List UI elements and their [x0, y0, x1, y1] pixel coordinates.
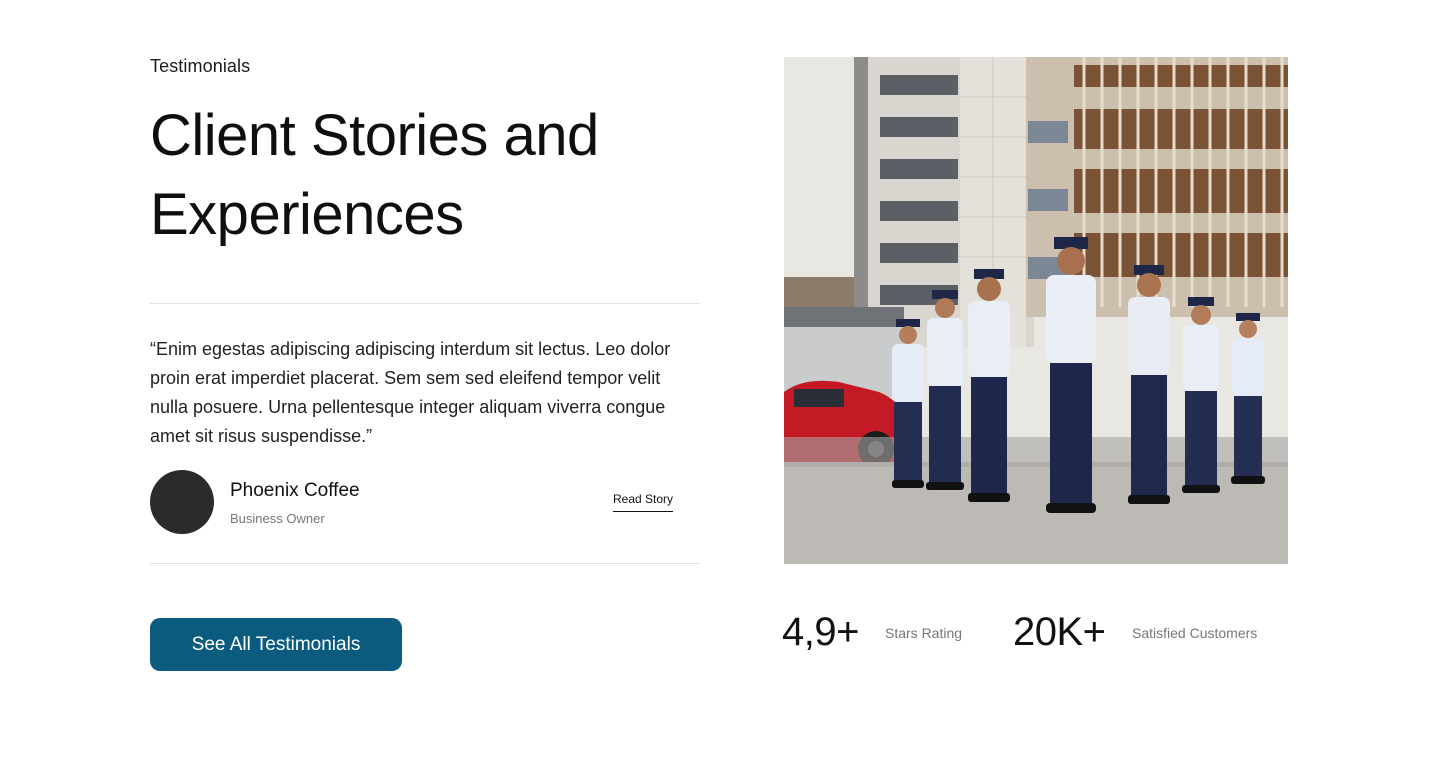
- stat-customers-label: Satisfied Customers: [1132, 625, 1258, 641]
- author-role: Business Owner: [230, 511, 325, 526]
- testimonial-quote: “Enim egestas adipiscing adipiscing inte…: [150, 339, 671, 446]
- see-all-testimonials-button[interactable]: See All Testimonials: [150, 618, 402, 671]
- stat-customers-value: 20K+: [1013, 610, 1106, 654]
- section-title: Client Stories and Experiences: [150, 103, 599, 247]
- read-story-link[interactable]: Read Story: [613, 492, 674, 512]
- bottom-divider: [150, 563, 700, 564]
- author-name: Phoenix Coffee: [230, 480, 360, 501]
- security-team-photo: [784, 57, 1288, 564]
- top-divider: [150, 303, 700, 304]
- section-eyebrow: Testimonials: [150, 56, 251, 76]
- testimonials-section: Testimonials Client Stories and Experien…: [0, 0, 1440, 769]
- stat-rating-value: 4,9+: [782, 610, 859, 654]
- stat-rating-label: Stars Rating: [885, 625, 963, 641]
- avatar: [150, 470, 214, 534]
